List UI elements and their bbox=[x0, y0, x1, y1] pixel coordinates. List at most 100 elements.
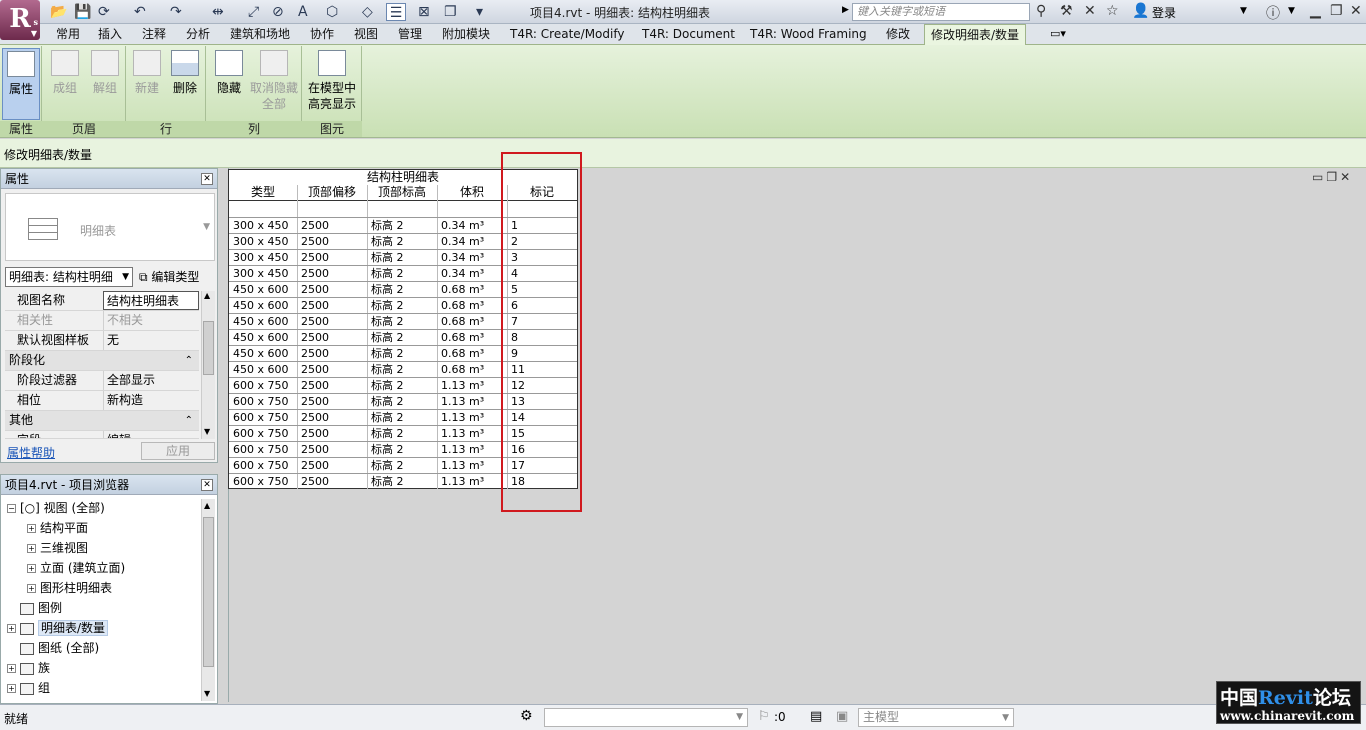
table-cell[interactable]: 0.68 m³ bbox=[437, 346, 484, 361]
table-cell[interactable]: 标高 2 bbox=[367, 314, 404, 329]
view-name-input[interactable]: 结构柱明细表 bbox=[103, 291, 199, 310]
table-cell[interactable]: 1.13 m³ bbox=[437, 458, 484, 473]
tab-t4r-create-modify[interactable]: T4R: Create/Modify bbox=[504, 24, 630, 45]
application-menu-button[interactable]: Rs ▼ bbox=[0, 0, 40, 40]
table-cell[interactable]: 1.13 m³ bbox=[437, 410, 484, 425]
3d-view-icon[interactable]: ⬡ bbox=[326, 3, 338, 21]
table-cell[interactable]: 标高 2 bbox=[367, 410, 404, 425]
table-cell[interactable]: 300 x 450 bbox=[229, 250, 289, 265]
table-cell[interactable]: 2500 bbox=[297, 314, 329, 329]
column-header-type[interactable]: 类型 bbox=[229, 185, 297, 201]
edit-type-button[interactable]: ⧉ 编辑类型 bbox=[139, 268, 199, 285]
tree-node-groups[interactable]: + 组 bbox=[7, 678, 50, 698]
table-cell[interactable]: 300 x 450 bbox=[229, 234, 289, 249]
table-cell[interactable]: 1.13 m³ bbox=[437, 474, 484, 489]
table-cell[interactable]: 2500 bbox=[297, 330, 329, 345]
table-cell[interactable]: 600 x 750 bbox=[229, 458, 289, 473]
favorites-star-icon[interactable]: ☆ bbox=[1106, 3, 1119, 19]
tree-node-graphical-column-schedules[interactable]: + 图形柱明细表 bbox=[27, 578, 112, 598]
redo-icon[interactable]: ↷ bbox=[170, 3, 182, 21]
table-cell[interactable]: 600 x 750 bbox=[229, 378, 289, 393]
table-cell[interactable]: 600 x 750 bbox=[229, 474, 289, 489]
column-header-top-offset[interactable]: 顶部偏移 bbox=[297, 185, 367, 201]
ribbon-minimize-icon[interactable]: ▭▾ bbox=[1050, 27, 1066, 40]
tree-node-elevations[interactable]: + 立面 (建筑立面) bbox=[27, 558, 125, 578]
table-cell[interactable]: 2500 bbox=[297, 282, 329, 297]
table-cell[interactable]: 600 x 750 bbox=[229, 394, 289, 409]
expand-icon[interactable]: + bbox=[7, 684, 16, 693]
help-dropdown-icon[interactable]: ▼ bbox=[1288, 6, 1295, 16]
table-cell[interactable]: 标高 2 bbox=[367, 234, 404, 249]
property-row[interactable]: 阶段过滤器 全部显示 bbox=[5, 371, 199, 391]
expand-icon[interactable]: + bbox=[7, 624, 16, 633]
table-cell[interactable]: 标高 2 bbox=[367, 474, 404, 489]
design-options-icon[interactable]: ▤ bbox=[810, 709, 822, 724]
main-model-icon[interactable]: ▣ bbox=[836, 709, 848, 724]
workset-dropdown[interactable]: ▼ bbox=[544, 708, 748, 727]
table-cell[interactable]: 2500 bbox=[297, 234, 329, 249]
tree-node-sheets[interactable]: 图纸 (全部) bbox=[20, 638, 99, 658]
tree-node-3d-views[interactable]: + 三维视图 bbox=[27, 538, 88, 558]
expand-icon[interactable]: + bbox=[27, 564, 36, 573]
restore-icon[interactable]: ❐ bbox=[1330, 3, 1343, 19]
table-cell[interactable]: 标高 2 bbox=[367, 346, 404, 361]
property-row[interactable]: 相位 新构造 bbox=[5, 391, 199, 411]
scroll-down-icon[interactable]: ▼ bbox=[204, 427, 210, 436]
table-cell[interactable]: 2500 bbox=[297, 442, 329, 457]
thin-lines-icon[interactable]: ☰ bbox=[386, 3, 406, 21]
table-cell[interactable]: 标高 2 bbox=[367, 218, 404, 233]
tab-modify[interactable]: 修改 bbox=[880, 24, 916, 45]
new-row-button[interactable]: 新建 bbox=[128, 50, 166, 96]
table-cell[interactable]: 标高 2 bbox=[367, 394, 404, 409]
expand-icon[interactable]: + bbox=[27, 524, 36, 533]
table-cell[interactable]: 标高 2 bbox=[367, 250, 404, 265]
scrollbar-thumb[interactable] bbox=[203, 321, 214, 375]
tab-view[interactable]: 视图 bbox=[348, 24, 384, 45]
table-cell[interactable]: 600 x 750 bbox=[229, 426, 289, 441]
table-cell[interactable]: 450 x 600 bbox=[229, 298, 289, 313]
switch-windows-icon[interactable]: ❐ bbox=[444, 3, 457, 21]
table-cell[interactable]: 标高 2 bbox=[367, 378, 404, 393]
save-icon[interactable]: 💾 bbox=[74, 3, 91, 21]
instance-filter-dropdown[interactable]: 明细表: 结构柱明细 ▼ bbox=[5, 267, 133, 287]
table-cell[interactable]: 标高 2 bbox=[367, 426, 404, 441]
table-cell[interactable]: 450 x 600 bbox=[229, 362, 289, 377]
tree-node-families[interactable]: + 族 bbox=[7, 658, 50, 678]
filter-icon[interactable]: ⚐ bbox=[758, 709, 770, 724]
delete-row-button[interactable]: 删除 bbox=[166, 50, 204, 96]
ungroup-button[interactable]: 解组 bbox=[86, 50, 124, 96]
expand-icon[interactable]: + bbox=[7, 664, 16, 673]
table-cell[interactable]: 2500 bbox=[297, 378, 329, 393]
properties-help-link[interactable]: 属性帮助 bbox=[7, 444, 55, 461]
tree-node-views[interactable]: − [○] 视图 (全部) bbox=[7, 498, 105, 518]
browser-scrollbar[interactable]: ▲ ▼ bbox=[201, 499, 215, 701]
table-cell[interactable]: 标高 2 bbox=[367, 458, 404, 473]
collapse-icon[interactable]: ⌃ bbox=[185, 351, 193, 370]
table-cell[interactable]: 450 x 600 bbox=[229, 346, 289, 361]
scroll-up-icon[interactable]: ▲ bbox=[204, 291, 210, 300]
apply-button[interactable]: 应用 bbox=[141, 442, 215, 460]
table-cell[interactable]: 600 x 750 bbox=[229, 410, 289, 425]
column-header-top-level[interactable]: 顶部标高 bbox=[367, 185, 437, 201]
undo-icon[interactable]: ↶ bbox=[134, 3, 146, 21]
close-hidden-icon[interactable]: ⊠ bbox=[418, 3, 430, 21]
design-option-dropdown[interactable]: 主模型 ▼ bbox=[858, 708, 1014, 727]
section-icon[interactable]: ◇ bbox=[362, 3, 373, 21]
property-group[interactable]: 阶段化 ⌃ bbox=[5, 351, 199, 371]
dimension-icon[interactable]: ⤢ bbox=[248, 3, 259, 21]
table-cell[interactable]: 300 x 450 bbox=[229, 218, 289, 233]
table-cell[interactable]: 标高 2 bbox=[367, 298, 404, 313]
binoculars-icon[interactable]: ⚲ bbox=[1036, 3, 1046, 19]
close-palette-icon[interactable]: ✕ bbox=[201, 479, 213, 491]
column-header-volume[interactable]: 体积 bbox=[437, 185, 507, 201]
table-cell[interactable]: 1.13 m³ bbox=[437, 442, 484, 457]
unhide-all-button[interactable]: 取消隐藏全部 bbox=[248, 50, 300, 112]
tab-analyze[interactable]: 分析 bbox=[180, 24, 216, 45]
table-cell[interactable]: 0.68 m³ bbox=[437, 282, 484, 297]
property-row[interactable]: 视图名称 结构柱明细表 bbox=[5, 291, 199, 311]
table-cell[interactable]: 0.68 m³ bbox=[437, 298, 484, 313]
table-cell[interactable]: 450 x 600 bbox=[229, 330, 289, 345]
tag-icon[interactable]: ⊘ bbox=[272, 3, 284, 21]
table-cell[interactable]: 标高 2 bbox=[367, 442, 404, 457]
table-cell[interactable]: 0.34 m³ bbox=[437, 250, 484, 265]
